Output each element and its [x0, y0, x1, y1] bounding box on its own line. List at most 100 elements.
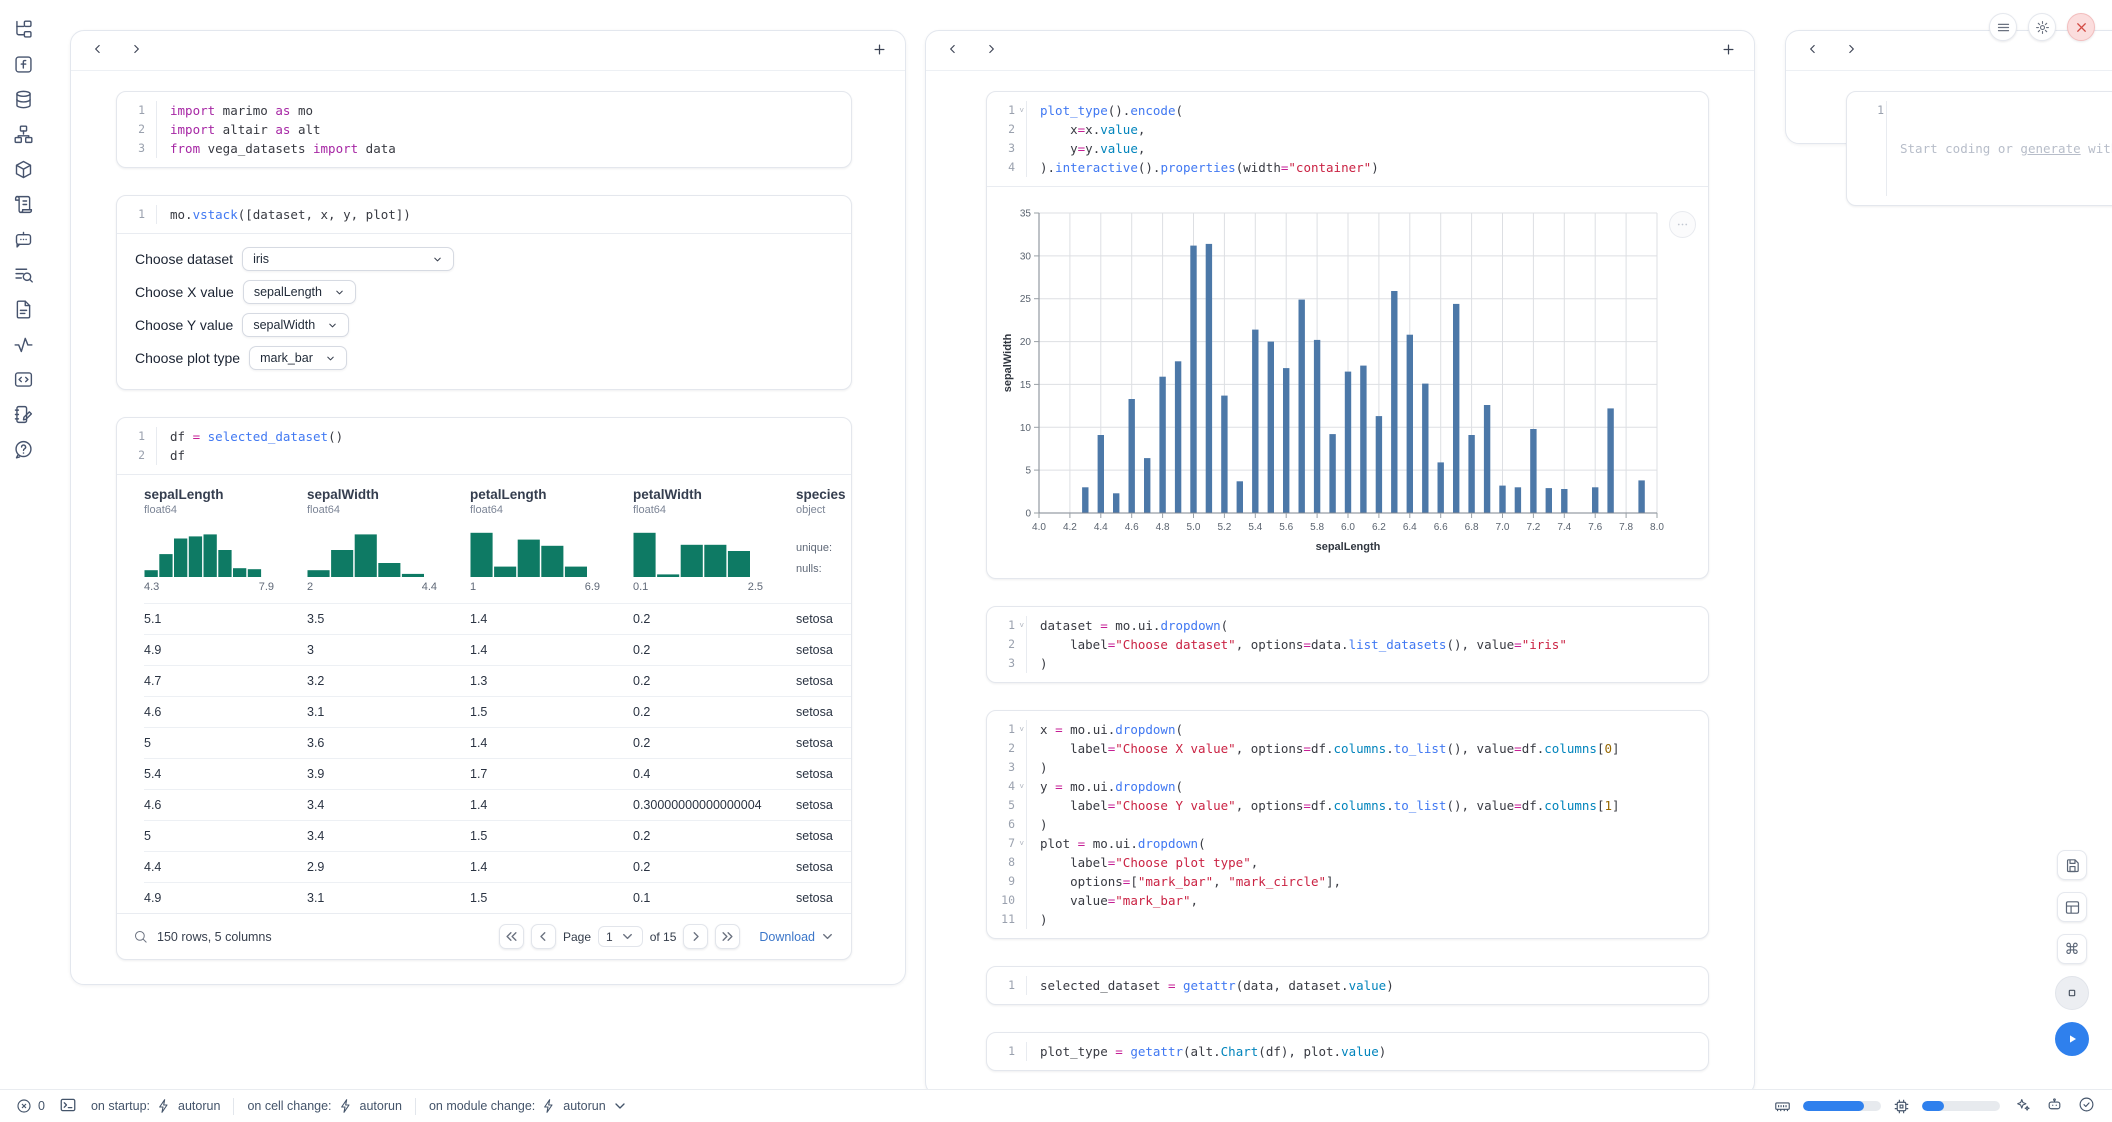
sidebar-notebook-edit-button[interactable]: [13, 404, 35, 426]
code-editor[interactable]: 1selected_dataset = getattr(data, datase…: [987, 967, 1708, 1004]
sidebar-package-button[interactable]: [13, 159, 35, 181]
histogram-sepalWidth[interactable]: [307, 525, 470, 577]
scratch-cell-editor[interactable]: 1 Start coding or generate with AI: [1846, 91, 2112, 206]
layout-button[interactable]: [2057, 892, 2087, 922]
code-editor[interactable]: 1mo.vstack([dataset, x, y, plot]): [117, 196, 851, 233]
first-page-button[interactable]: [499, 924, 524, 949]
sidebar-network-button[interactable]: [13, 124, 35, 146]
line-number: 1: [117, 205, 156, 224]
notebook-cell-imports[interactable]: 123import marimo as moimport altair as a…: [116, 91, 852, 168]
line-number: 1: [117, 427, 156, 446]
settings-button[interactable]: [2028, 13, 2056, 41]
notebook-cell-dataset-dropdown[interactable]: 1˅23dataset = mo.ui.dropdown( label="Cho…: [986, 606, 1709, 683]
sidebar-help-chat-button[interactable]: [13, 439, 35, 461]
code-editor[interactable]: 1˅234plot_type().encode( x=x.value, y=y.…: [987, 92, 1708, 186]
save-button[interactable]: [2057, 850, 2087, 880]
download-button[interactable]: Download: [759, 929, 835, 944]
column-header-sepalLength[interactable]: sepalLengthfloat644.37.9: [144, 487, 307, 593]
error-indicator[interactable]: 0: [16, 1098, 45, 1114]
sidebar-activity-button[interactable]: [13, 334, 35, 356]
table-row[interactable]: 4.42.91.40.2setosa: [144, 851, 851, 882]
notebook-cell-xy-plot-dropdowns[interactable]: 1˅234˅567˅891011x = mo.ui.dropdown( labe…: [986, 710, 1709, 939]
next-page-button[interactable]: [683, 924, 708, 949]
function-square-icon: [13, 54, 34, 75]
table-row[interactable]: 5.13.51.40.2setosa: [144, 603, 851, 634]
generate-link[interactable]: generate: [2020, 141, 2080, 156]
table-row[interactable]: 4.931.40.2setosa: [144, 634, 851, 665]
notebook-cell-dataframe[interactable]: 12df = selected_dataset()df sepalLengthfl…: [116, 417, 852, 960]
prev-page-button[interactable]: [531, 924, 556, 949]
table-row[interactable]: 4.73.21.30.2setosa: [144, 665, 851, 696]
histogram-petalWidth[interactable]: [633, 525, 796, 577]
histogram-petalLength[interactable]: [470, 525, 633, 577]
close-button[interactable]: [2067, 13, 2095, 41]
svg-text:5: 5: [1025, 466, 1031, 477]
table-cell: setosa: [796, 604, 851, 634]
table-row[interactable]: 4.63.11.50.2setosa: [144, 696, 851, 727]
notebook-cell-selected-dataset[interactable]: 1selected_dataset = getattr(data, datase…: [986, 966, 1709, 1005]
on-cell-change-label: on cell change:: [247, 1099, 331, 1113]
sidebar-file-tree-button[interactable]: [13, 19, 35, 41]
connection-status-button[interactable]: [2076, 1096, 2096, 1116]
bar-chart[interactable]: 4.04.24.44.64.85.05.25.45.65.86.06.26.46…: [1001, 203, 1673, 555]
table-cell: 0.4: [633, 759, 796, 789]
right-panel-back-button[interactable]: [1804, 42, 1822, 60]
middle-panel-back-button[interactable]: [944, 42, 962, 60]
table-row[interactable]: 4.63.41.40.30000000000000004setosa: [144, 789, 851, 820]
column-header-petalLength[interactable]: petalLengthfloat6416.9: [470, 487, 633, 593]
ai-assistant-button[interactable]: [2012, 1096, 2032, 1116]
sidebar-bot-chat-button[interactable]: [13, 229, 35, 251]
sidebar-list-search-button[interactable]: [13, 264, 35, 286]
code-editor[interactable]: 1plot_type = getattr(alt.Chart(df), plot…: [987, 1033, 1708, 1070]
last-page-button[interactable]: [715, 924, 740, 949]
notebook-cell-plot-type[interactable]: 1plot_type = getattr(alt.Chart(df), plot…: [986, 1032, 1709, 1071]
sidebar-code-block-button[interactable]: [13, 369, 35, 391]
code-editor[interactable]: 123import marimo as moimport altair as a…: [117, 92, 851, 167]
on-module-change-value: autorun: [563, 1099, 605, 1113]
table-cell: 1.4: [470, 635, 633, 665]
middle-panel-forward-button[interactable]: [982, 42, 1000, 60]
interrupt-button[interactable]: [2055, 976, 2089, 1010]
choose-plot-type-dropdown[interactable]: mark_bar: [249, 346, 347, 370]
column-header-petalWidth[interactable]: petalWidthfloat640.12.5: [633, 487, 796, 593]
on-module-change-setting[interactable]: on module change: autorun: [429, 1098, 628, 1114]
choose-x-value-dropdown[interactable]: sepalLength: [243, 280, 356, 304]
search-icon[interactable]: [133, 929, 148, 944]
sidebar-file-text-button[interactable]: [13, 299, 35, 321]
editor-placeholder[interactable]: Start coding or generate with AI: [1900, 139, 2112, 158]
table-row[interactable]: 5.43.91.70.4setosa: [144, 758, 851, 789]
on-cell-change-setting[interactable]: on cell change: autorun: [247, 1098, 402, 1114]
choose-y-value-dropdown[interactable]: sepalWidth: [242, 313, 349, 337]
histogram-sepalLength[interactable]: [144, 525, 307, 577]
right-panel-forward-button[interactable]: [1842, 42, 1860, 60]
sidebar-scroll-text-button[interactable]: [13, 194, 35, 216]
table-row[interactable]: 4.93.11.50.1setosa: [144, 882, 851, 913]
chart-actions-button[interactable]: [1669, 211, 1696, 238]
left-add-cell-button[interactable]: [869, 41, 889, 61]
on-startup-setting[interactable]: on startup: autorun: [91, 1098, 220, 1114]
run-button[interactable]: [2055, 1022, 2089, 1056]
middle-add-cell-button[interactable]: [1718, 41, 1738, 61]
table-cell: 2.9: [307, 852, 470, 882]
notebook-cell-plot-cell[interactable]: 1˅234plot_type().encode( x=x.value, y=y.…: [986, 91, 1709, 579]
left-panel-back-button[interactable]: [89, 42, 107, 60]
code-editor[interactable]: 1˅234˅567˅891011x = mo.ui.dropdown( labe…: [987, 711, 1708, 938]
menu-button[interactable]: [1989, 13, 2017, 41]
page-number-select[interactable]: 1: [598, 926, 643, 947]
table-row[interactable]: 53.61.40.2setosa: [144, 727, 851, 758]
sidebar-database-button[interactable]: [13, 89, 35, 111]
column-header-sepalWidth[interactable]: sepalWidthfloat6424.4: [307, 487, 470, 593]
column-header-species[interactable]: speciesobjectunique:nulls:: [796, 487, 851, 593]
choose-dataset-dropdown[interactable]: iris: [242, 247, 454, 271]
terminal-button[interactable]: [58, 1096, 78, 1116]
notebook-cell-stack[interactable]: 1mo.vstack([dataset, x, y, plot])Choose …: [116, 195, 852, 390]
keyboard-shortcuts-button[interactable]: ⌘: [2057, 934, 2087, 964]
code-editor[interactable]: 1˅23dataset = mo.ui.dropdown( label="Cho…: [987, 607, 1708, 682]
left-panel-forward-button[interactable]: [127, 42, 145, 60]
sidebar-function-square-button[interactable]: [13, 54, 35, 76]
copilot-button[interactable]: [2044, 1096, 2064, 1116]
line-number: 1˅: [987, 101, 1026, 120]
lightning-icon: [338, 1098, 354, 1114]
code-editor[interactable]: 12df = selected_dataset()df: [117, 418, 851, 474]
table-row[interactable]: 53.41.50.2setosa: [144, 820, 851, 851]
